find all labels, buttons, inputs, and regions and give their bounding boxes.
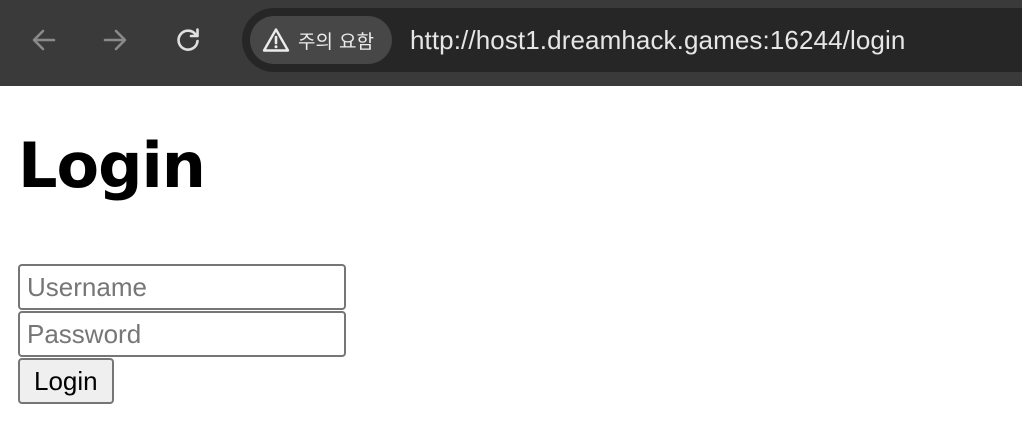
forward-button[interactable] <box>95 22 135 58</box>
password-input[interactable] <box>18 311 346 357</box>
warning-triangle-icon <box>262 28 290 52</box>
security-chip-label: 주의 요함 <box>298 30 374 53</box>
arrow-left-icon <box>32 29 56 51</box>
page-title: Login <box>18 129 206 202</box>
reload-icon <box>177 28 199 51</box>
security-chip[interactable]: 주의 요함 <box>250 16 392 64</box>
url-text[interactable]: http://host1.dreamhack.games:16244/login <box>410 25 905 56</box>
browser-toolbar: 주의 요함 http://host1.dreamhack.games:16244… <box>0 0 1022 86</box>
username-input[interactable] <box>18 264 346 310</box>
back-button[interactable] <box>24 22 64 58</box>
reload-button[interactable] <box>168 22 208 58</box>
login-button[interactable]: Login <box>18 358 114 404</box>
arrow-right-icon <box>103 29 127 51</box>
address-bar[interactable]: 주의 요함 http://host1.dreamhack.games:16244… <box>242 8 1022 72</box>
login-form: Login <box>18 264 348 404</box>
